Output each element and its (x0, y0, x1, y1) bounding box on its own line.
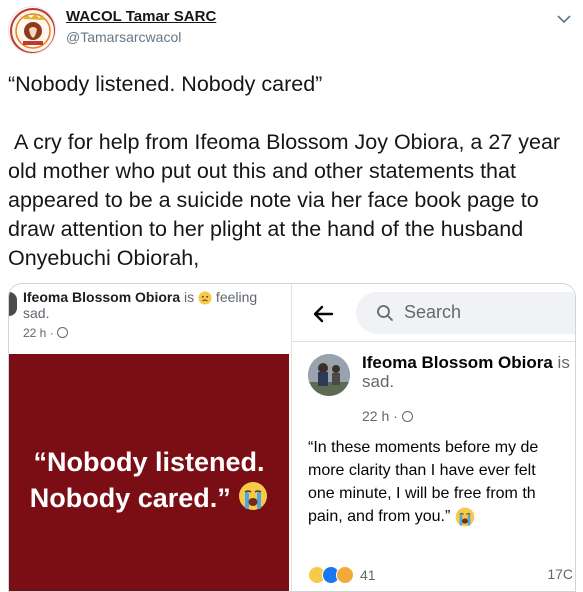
account-avatar[interactable] (8, 6, 56, 54)
author-name: Ifeoma Blossom Obiora (23, 289, 181, 305)
profile-photo (308, 354, 350, 396)
reaction-count: 41 (360, 567, 376, 583)
post-timestamp: 22 h · (23, 326, 69, 340)
post-text-line4: pain, and from you.” (308, 505, 575, 528)
post-author-line: Ifeoma Blossom Obiora is feeling (23, 289, 283, 306)
is-text: is (180, 289, 199, 305)
media-image-left[interactable]: Ifeoma Blossom Obiora is feeling sad. 22… (9, 284, 289, 591)
crying-face-emoji-icon (455, 507, 475, 527)
facebook-post-header: Ifeoma Blossom Obiora is feeling sad. 22… (9, 284, 289, 352)
crying-face-emoji-icon (239, 482, 268, 510)
feeling-value: sad. (362, 372, 395, 391)
feeling-text: feeling (212, 289, 258, 305)
tweet-text: “Nobody listened. Nobody cared” A cry fo… (8, 70, 578, 273)
post-text-line2: more clarity than I have ever felt (308, 462, 536, 479)
media-image-right[interactable]: Search Ifeoma Blossom Obiora is sad. 22 … (291, 284, 575, 591)
globe-icon (401, 411, 413, 422)
tweet-text-line1: “Nobody listened. Nobody cared” (8, 72, 323, 96)
post-text-line3: one minute, I will be free from th (308, 485, 536, 502)
account-handle[interactable]: @Tamarsarcwacol (66, 28, 216, 46)
tweet-media[interactable]: Ifeoma Blossom Obiora is feeling sad. 22… (8, 283, 576, 592)
post-text: “In these moments before my de more clar… (308, 436, 575, 528)
tweet-text-body: A cry for help from Ifeoma Blossom Joy O… (8, 130, 567, 270)
quote-poster: “Nobody listened. Nobody cared.” (9, 354, 289, 591)
avatar (308, 354, 350, 396)
globe-icon (57, 327, 69, 338)
tweet-header: WACOL Tamar SARC @Tamarsarcwacol (0, 0, 583, 60)
poster-quote-line2: Nobody cared.” (9, 480, 289, 516)
poster-quote-line1: “Nobody listened. (33, 447, 265, 477)
back-arrow-icon[interactable] (312, 304, 334, 324)
post-text-line1: “In these moments before my de (308, 439, 539, 456)
care-reaction-icon (336, 566, 354, 584)
reactions-summary[interactable]: 41 (308, 564, 376, 586)
is-text: is (552, 353, 570, 372)
avatar (9, 292, 17, 316)
account-names: WACOL Tamar SARC @Tamarsarcwacol (66, 7, 216, 46)
timestamp-text: 22 h · (362, 408, 402, 424)
display-name[interactable]: WACOL Tamar SARC (66, 7, 216, 26)
feeling-value: sad. (23, 305, 50, 321)
chevron-down-icon[interactable] (555, 10, 573, 28)
search-placeholder: Search (404, 302, 462, 322)
post-timestamp: 22 h · (362, 408, 413, 424)
search-input[interactable]: Search (356, 292, 575, 334)
author-name: Ifeoma Blossom Obiora is (362, 353, 570, 372)
comment-count[interactable]: 17C (547, 566, 573, 582)
organization-logo-icon (10, 8, 55, 53)
search-icon (377, 305, 393, 321)
sad-face-emoji-icon (198, 291, 212, 305)
facebook-topbar: Search (292, 284, 575, 342)
poster-quote: “Nobody listened. Nobody cared.” (9, 444, 289, 516)
timestamp-text: 22 h · (23, 326, 58, 340)
